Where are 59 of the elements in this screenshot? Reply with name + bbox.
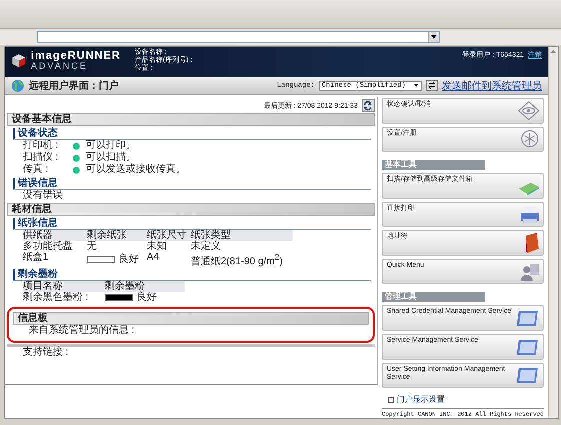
table-cell-text: 未知 <box>147 241 168 252</box>
column-header: 项目名称 <box>23 281 105 292</box>
logo-text: imageRUNNER <box>31 51 121 61</box>
caret-icon <box>431 35 437 39</box>
subsection-heading: 错误信息 <box>13 178 371 190</box>
column-header: 供纸器 <box>23 230 87 241</box>
table-cell-text: A4 <box>147 252 160 265</box>
caret-icon <box>414 84 419 87</box>
column-header: 纸张尺寸 <box>147 230 191 241</box>
table-cell-text: 普通纸2(81-90 g/m$^{2}$) <box>191 252 284 268</box>
scroll-up-icon <box>551 50 556 53</box>
mail-admin-link[interactable]: 发送邮件到系统管理员 <box>442 78 542 92</box>
user-icon <box>520 263 540 282</box>
table-cell-text: 剩余黑色墨粉 : <box>23 292 90 304</box>
group-header: 管理工具 <box>382 292 485 302</box>
status-text: 可以扫描。 <box>86 152 136 164</box>
portal-settings-link[interactable]: 门户显示设置 <box>396 394 445 406</box>
address-field[interactable] <box>37 31 440 43</box>
swap-icon <box>428 82 436 89</box>
page-title: 远程用户界面：门户 <box>29 79 119 92</box>
column-header: 剩余墨粉 <box>105 281 185 292</box>
dropdown-button[interactable] <box>428 32 439 42</box>
error-text: 没有错误 <box>22 190 64 202</box>
book-icon <box>524 232 540 253</box>
toner-level-bar <box>105 294 133 302</box>
monitor-icon <box>516 338 540 356</box>
column-header: 剩余纸张 <box>87 230 147 241</box>
paper-level-bar <box>87 256 115 264</box>
message-text: 来自系统管理员的信息 : <box>28 325 136 338</box>
group-header: 基本工具 <box>382 160 485 170</box>
status-text: 可以发送或接收传真。 <box>86 164 186 176</box>
table-cell: 良好 <box>119 254 139 266</box>
globe-icon <box>11 78 25 92</box>
bullet-icon <box>388 396 394 403</box>
table-cell-text: 多功能托盘 <box>23 241 74 252</box>
printer-icon <box>520 206 540 224</box>
support-links-label: 支持链接 : <box>22 347 70 360</box>
table-cell-text: 未定义 <box>191 241 222 252</box>
scrollbar[interactable] <box>548 47 558 418</box>
status-label: 扫描仪 : <box>23 152 60 164</box>
status-label: 传真 : <box>23 164 50 176</box>
status-text: 可以打印。 <box>86 140 136 152</box>
table-cell: 良好 <box>137 292 157 304</box>
refresh-icon <box>363 100 374 110</box>
table-cell: 无 <box>87 241 97 252</box>
table-cell-text: 纸盒1 <box>23 252 50 265</box>
refresh-button[interactable] <box>362 99 375 112</box>
monitor-icon <box>516 367 540 386</box>
logo-subtext: ADVANCE <box>31 61 88 71</box>
column-header: 纸张类型 <box>191 230 293 241</box>
monitor-icon <box>516 310 540 328</box>
section-header: 耗材信息 <box>7 203 375 216</box>
status-label: 打印机 : <box>23 140 60 152</box>
section-header: 信息板 <box>13 312 369 326</box>
apply-button[interactable] <box>426 80 438 91</box>
asterisk-icon <box>520 129 540 150</box>
section-header: 设备基本信息 <box>7 113 375 126</box>
subsection-heading: 设备状态 <box>13 128 371 140</box>
eye-icon <box>518 100 540 121</box>
